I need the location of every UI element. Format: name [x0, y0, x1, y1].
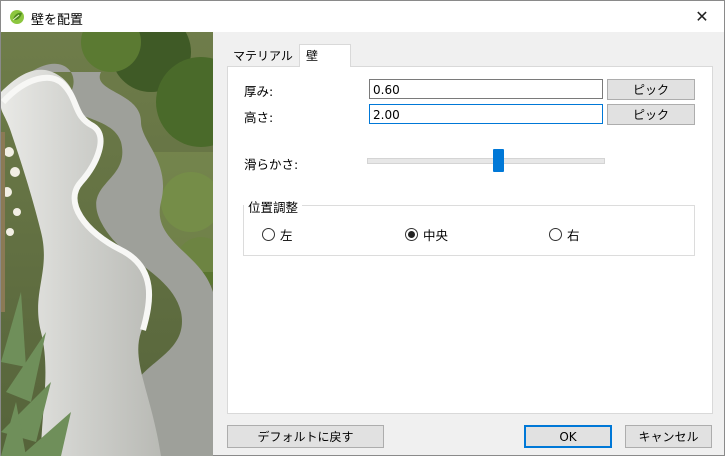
thickness-label: 厚み:	[244, 84, 274, 99]
tab-wall[interactable]: 壁	[299, 44, 351, 67]
ok-button[interactable]: OK	[524, 425, 612, 448]
alignment-group-title: 位置調整	[244, 197, 303, 216]
smoothness-label: 滑らかさ:	[244, 157, 299, 172]
radio-center-circle	[405, 228, 418, 241]
app-leaf-icon	[10, 10, 24, 24]
smoothness-slider-thumb[interactable]	[493, 149, 504, 172]
close-button[interactable]: ✕	[680, 1, 724, 32]
cancel-button[interactable]: キャンセル	[625, 425, 712, 448]
smoothness-slider-track[interactable]	[367, 158, 605, 164]
align-right-radio[interactable]: 右	[549, 225, 580, 244]
restore-defaults-button[interactable]: デフォルトに戻す	[227, 425, 384, 448]
align-left-label: 左	[280, 228, 293, 243]
align-left-radio[interactable]: 左	[262, 225, 293, 244]
align-center-radio[interactable]: 中央	[405, 225, 448, 244]
thickness-pick-button[interactable]: ピック	[607, 79, 695, 100]
wall-preview-image	[1, 32, 213, 456]
height-label: 高さ:	[244, 110, 274, 125]
thickness-input[interactable]: 0.60	[369, 79, 603, 99]
wall-settings-panel: 厚み: 0.60 ピック 高さ: 2.00 ピック 滑らかさ: 位置調整 左 中…	[227, 66, 713, 414]
window-title: 壁を配置	[31, 13, 84, 28]
radio-right-circle	[549, 228, 562, 241]
radio-selected-dot	[408, 231, 415, 238]
close-icon: ✕	[695, 7, 709, 26]
align-right-label: 右	[567, 228, 580, 243]
align-center-label: 中央	[423, 228, 449, 243]
alignment-group: 位置調整 左 中央 右	[243, 197, 695, 256]
height-input[interactable]: 2.00	[369, 104, 603, 124]
place-wall-dialog: 壁を配置 ✕ マテリアル 壁 厚み: 0.60 ピック 高さ: 2.00 ピック…	[0, 0, 725, 456]
tab-material[interactable]: マテリアル	[227, 45, 299, 66]
height-pick-button[interactable]: ピック	[607, 104, 695, 125]
title-bar: 壁を配置 ✕	[1, 1, 724, 32]
radio-left-circle	[262, 228, 275, 241]
